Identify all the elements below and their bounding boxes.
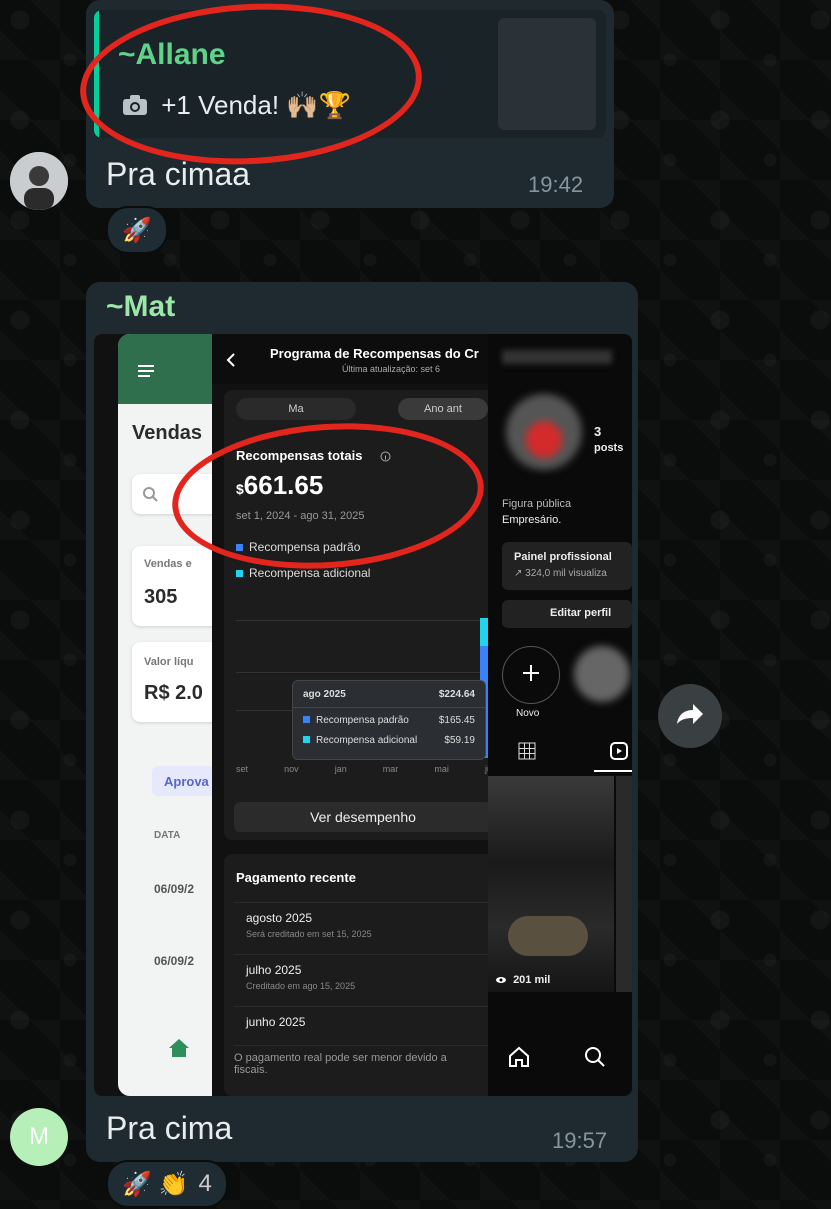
footnote-line: O pagamento real pode ser menor devido a	[234, 1052, 447, 1064]
page-title: Vendas	[132, 422, 203, 444]
table-row-date: 06/09/2	[154, 882, 195, 896]
reel-views: 201 mil	[496, 974, 550, 986]
posts-count: 3	[594, 424, 602, 439]
table-row-date: 06/09/2	[154, 954, 195, 968]
payment-note: Será creditado em set 15, 2025	[246, 929, 372, 939]
tooltip-row: Recompensa padrão	[303, 715, 409, 726]
payment-month: agosto 2025	[246, 911, 313, 925]
payment-row: julho 2025 Creditado em ago 15, 2025	[234, 954, 492, 1005]
active-tab-indicator	[594, 770, 632, 772]
tooltip-row-label: Recompensa adicional	[316, 735, 418, 746]
payment-month: julho 2025	[246, 963, 302, 977]
grid-line	[236, 620, 494, 621]
chart-tooltip: ago 2025 $224.64 Recompensa padrão $165.…	[292, 680, 486, 760]
quote-thumbnail	[498, 18, 596, 130]
tooltip-row-value: $59.19	[444, 735, 475, 746]
panel-subtitle: ↗ 324,0 mil visualiza	[514, 568, 607, 579]
eye-icon	[496, 974, 513, 986]
reel-scene-shape	[508, 916, 588, 956]
avatar-letter: M	[29, 1123, 49, 1150]
rewards-header: Programa de Recompensas do Cr Última atu…	[212, 334, 494, 384]
username-blurred	[502, 350, 612, 364]
tooltip-month: ago 2025	[303, 689, 346, 700]
home-icon	[508, 1046, 530, 1073]
search-icon	[142, 486, 158, 507]
reels-icon	[610, 742, 628, 765]
story-highlight	[574, 646, 630, 702]
reaction-emojis: 🚀 👏	[122, 1170, 189, 1198]
payment-month: junho 2025	[246, 1015, 306, 1029]
forward-button[interactable]	[658, 684, 722, 748]
reactions-1[interactable]: 🚀	[106, 206, 168, 254]
payment-row: junho 2025	[234, 1006, 492, 1046]
edit-profile-button: Editar perfil	[502, 600, 632, 628]
x-tick: jan	[334, 764, 347, 774]
profile-screen: 3 posts Figura pública Empresário. Paine…	[488, 334, 632, 1096]
legend-swatch	[303, 716, 310, 723]
net-label: Valor líqu	[144, 656, 194, 668]
payment-footnote: O pagamento real pode ser menor devido a…	[234, 1052, 447, 1076]
new-label: Novo	[516, 708, 540, 719]
rewards-subtitle: Última atualização: set 6	[342, 364, 441, 374]
posts-label: posts	[594, 442, 624, 454]
menu-icon	[138, 364, 154, 383]
message-text: Pra cima	[106, 1110, 233, 1146]
professional-panel: Painel profissional ↗ 324,0 mil visualiz…	[502, 542, 632, 590]
sender-name[interactable]: ~Mat	[106, 290, 175, 324]
footnote-line: fiscais.	[234, 1064, 268, 1076]
legend-swatch	[303, 736, 310, 743]
reactions-2[interactable]: 🚀 👏 4	[106, 1160, 228, 1208]
net-value: R$ 2.0	[144, 682, 203, 704]
x-tick: mai	[434, 764, 449, 774]
message-time: 19:57	[552, 1128, 608, 1153]
grid-icon	[518, 742, 536, 765]
x-axis-ticks: set nov jan mar mai jul	[236, 764, 494, 774]
column-header: DATA	[154, 830, 181, 841]
sender-avatar-letter[interactable]: M	[10, 1108, 68, 1166]
reaction-count: 4	[198, 1170, 212, 1197]
sender-avatar-photo[interactable]	[10, 152, 68, 210]
legend-swatch	[236, 570, 243, 577]
sales-value: 305	[144, 586, 178, 608]
reel-thumbnail-partial	[616, 776, 632, 992]
sales-label: Vendas e	[144, 558, 192, 570]
panel-title: Painel profissional	[514, 551, 612, 563]
segment-last-year: Ano ant	[398, 398, 488, 420]
tooltip-total: $224.64	[438, 689, 475, 700]
edit-profile-label: Editar perfil	[550, 607, 612, 619]
payment-row: agosto 2025 Será creditado em set 15, 20…	[234, 902, 492, 953]
message-time: 19:42	[528, 172, 584, 197]
x-tick: mar	[382, 764, 399, 774]
tooltip-row: Recompensa adicional	[303, 735, 417, 746]
plus-icon	[521, 663, 541, 688]
reaction-emojis: 🚀	[122, 216, 152, 244]
new-highlight-button	[502, 646, 560, 704]
view-performance-button: Ver desempenho	[234, 802, 492, 832]
profile-bio: Empresário.	[502, 514, 562, 526]
payment-note: Creditado em ago 15, 2025	[246, 981, 356, 991]
tooltip-row-value: $165.45	[438, 715, 475, 726]
grid-line	[236, 672, 494, 673]
profile-picture	[506, 394, 582, 470]
segment-this-year: Ma	[236, 398, 356, 420]
recent-payment-title: Pagamento recente	[236, 870, 356, 885]
back-chevron-icon	[226, 352, 236, 373]
search-icon	[584, 1046, 606, 1073]
rewards-title: Programa de Recompensas do Cr	[270, 346, 479, 361]
forward-arrow-icon	[675, 702, 705, 731]
x-tick: set	[236, 764, 249, 774]
home-icon	[168, 1038, 190, 1063]
reel-views-count: 201 mil	[513, 974, 551, 986]
x-tick: nov	[284, 764, 299, 774]
tooltip-divider	[293, 707, 485, 708]
profile-category: Figura pública	[502, 498, 572, 510]
reel-thumbnail: 201 mil	[488, 776, 614, 992]
tooltip-row-label: Recompensa padrão	[316, 715, 409, 726]
